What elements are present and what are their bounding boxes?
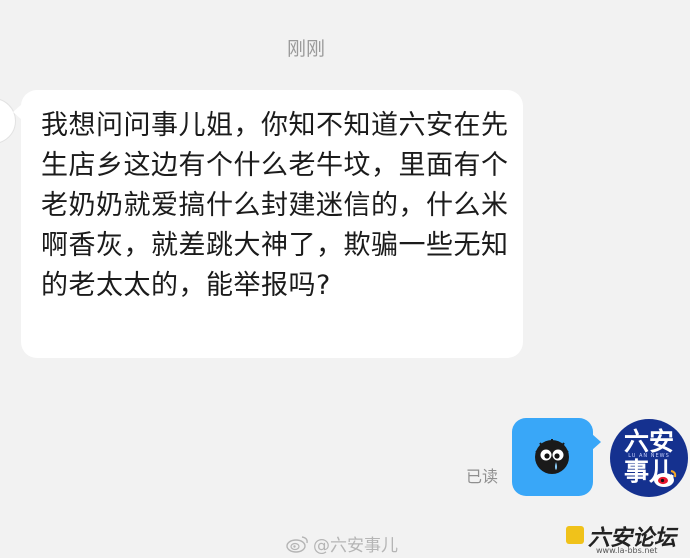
incoming-message-text: 我想问问事儿姐，你知不知道六安在先生店乡这边有个什么老牛坟，里面有个老奶奶就爱搞…: [41, 110, 509, 301]
weibo-handle: @六安事儿: [313, 536, 398, 556]
outgoing-sticker-bubble[interactable]: [512, 418, 601, 496]
weibo-logo-icon: [654, 470, 677, 487]
weibo-icon: [286, 535, 308, 553]
read-status: 已读: [466, 467, 499, 486]
my-avatar[interactable]: 六安 LU AN NEWS 事儿: [610, 419, 688, 497]
crying-soot-sprite-icon: [535, 439, 569, 474]
forum-logo-url: www.la-bbs.net: [596, 546, 658, 555]
message-timestamp: 刚刚: [286, 38, 325, 60]
weibo-watermark: @六安事儿: [286, 531, 398, 556]
avatar-text-line1: 六安: [623, 427, 674, 456]
incoming-message-bubble[interactable]: 我想问问事儿姐，你知不知道六安在先生店乡这边有个什么老牛坟，里面有个老奶奶就爱搞…: [13, 90, 523, 358]
forum-logo: 六安论坛 www.la-bbs.net: [566, 520, 688, 556]
forum-logo-mark: [566, 526, 584, 544]
